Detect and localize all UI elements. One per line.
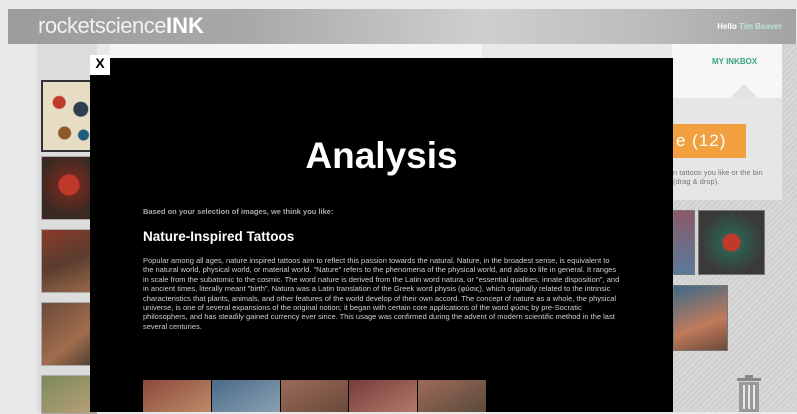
style-description: Popular among all ages, nature inspired … xyxy=(143,256,620,331)
site-header: rocketscienceINK Hello Tim Beaver xyxy=(8,9,796,44)
example-tattoo-image[interactable] xyxy=(143,380,211,412)
example-image-strip xyxy=(143,380,486,412)
logo-text: rocketscience xyxy=(38,13,167,38)
saved-tattoo-image[interactable] xyxy=(673,285,728,351)
inkbox-count-button[interactable]: e (12) xyxy=(672,124,746,158)
style-heading: Nature-Inspired Tattoos xyxy=(143,229,295,244)
inkbox-instructions: n tattoos you like or the bin (drag & dr… xyxy=(673,168,763,186)
tattoo-thumbnail[interactable] xyxy=(41,156,97,220)
example-tattoo-image[interactable] xyxy=(280,380,349,412)
saved-tattoo-image[interactable] xyxy=(698,210,765,275)
user-greeting: Hello Tim Beaver xyxy=(717,22,782,31)
close-modal-button[interactable]: X xyxy=(90,55,110,75)
trash-bin-icon[interactable] xyxy=(735,374,763,412)
inkbox-tab-area xyxy=(672,44,782,100)
tab-my-inkbox[interactable]: MY INKBOX xyxy=(712,57,757,66)
panel-pointer xyxy=(730,84,758,98)
saved-tattoo-image[interactable] xyxy=(673,210,695,275)
logo-text-bold: INK xyxy=(166,13,204,38)
user-name-link[interactable]: Tim Beaver xyxy=(739,22,782,31)
greeting-text: Hello xyxy=(717,22,737,31)
modal-title: Analysis xyxy=(305,135,458,176)
modal-intro-text: Based on your selection of images, we th… xyxy=(143,207,334,216)
example-tattoo-image[interactable] xyxy=(418,380,486,412)
analysis-modal: Analysis Based on your selection of imag… xyxy=(90,58,673,412)
category-tabs xyxy=(110,44,482,59)
example-tattoo-image[interactable] xyxy=(211,380,280,412)
tattoo-thumbnail[interactable] xyxy=(41,229,97,293)
tattoo-thumbnail[interactable] xyxy=(41,375,97,414)
site-logo[interactable]: rocketscienceINK xyxy=(38,13,204,39)
example-tattoo-image[interactable] xyxy=(349,380,418,412)
tattoo-thumbnail[interactable] xyxy=(41,302,97,366)
